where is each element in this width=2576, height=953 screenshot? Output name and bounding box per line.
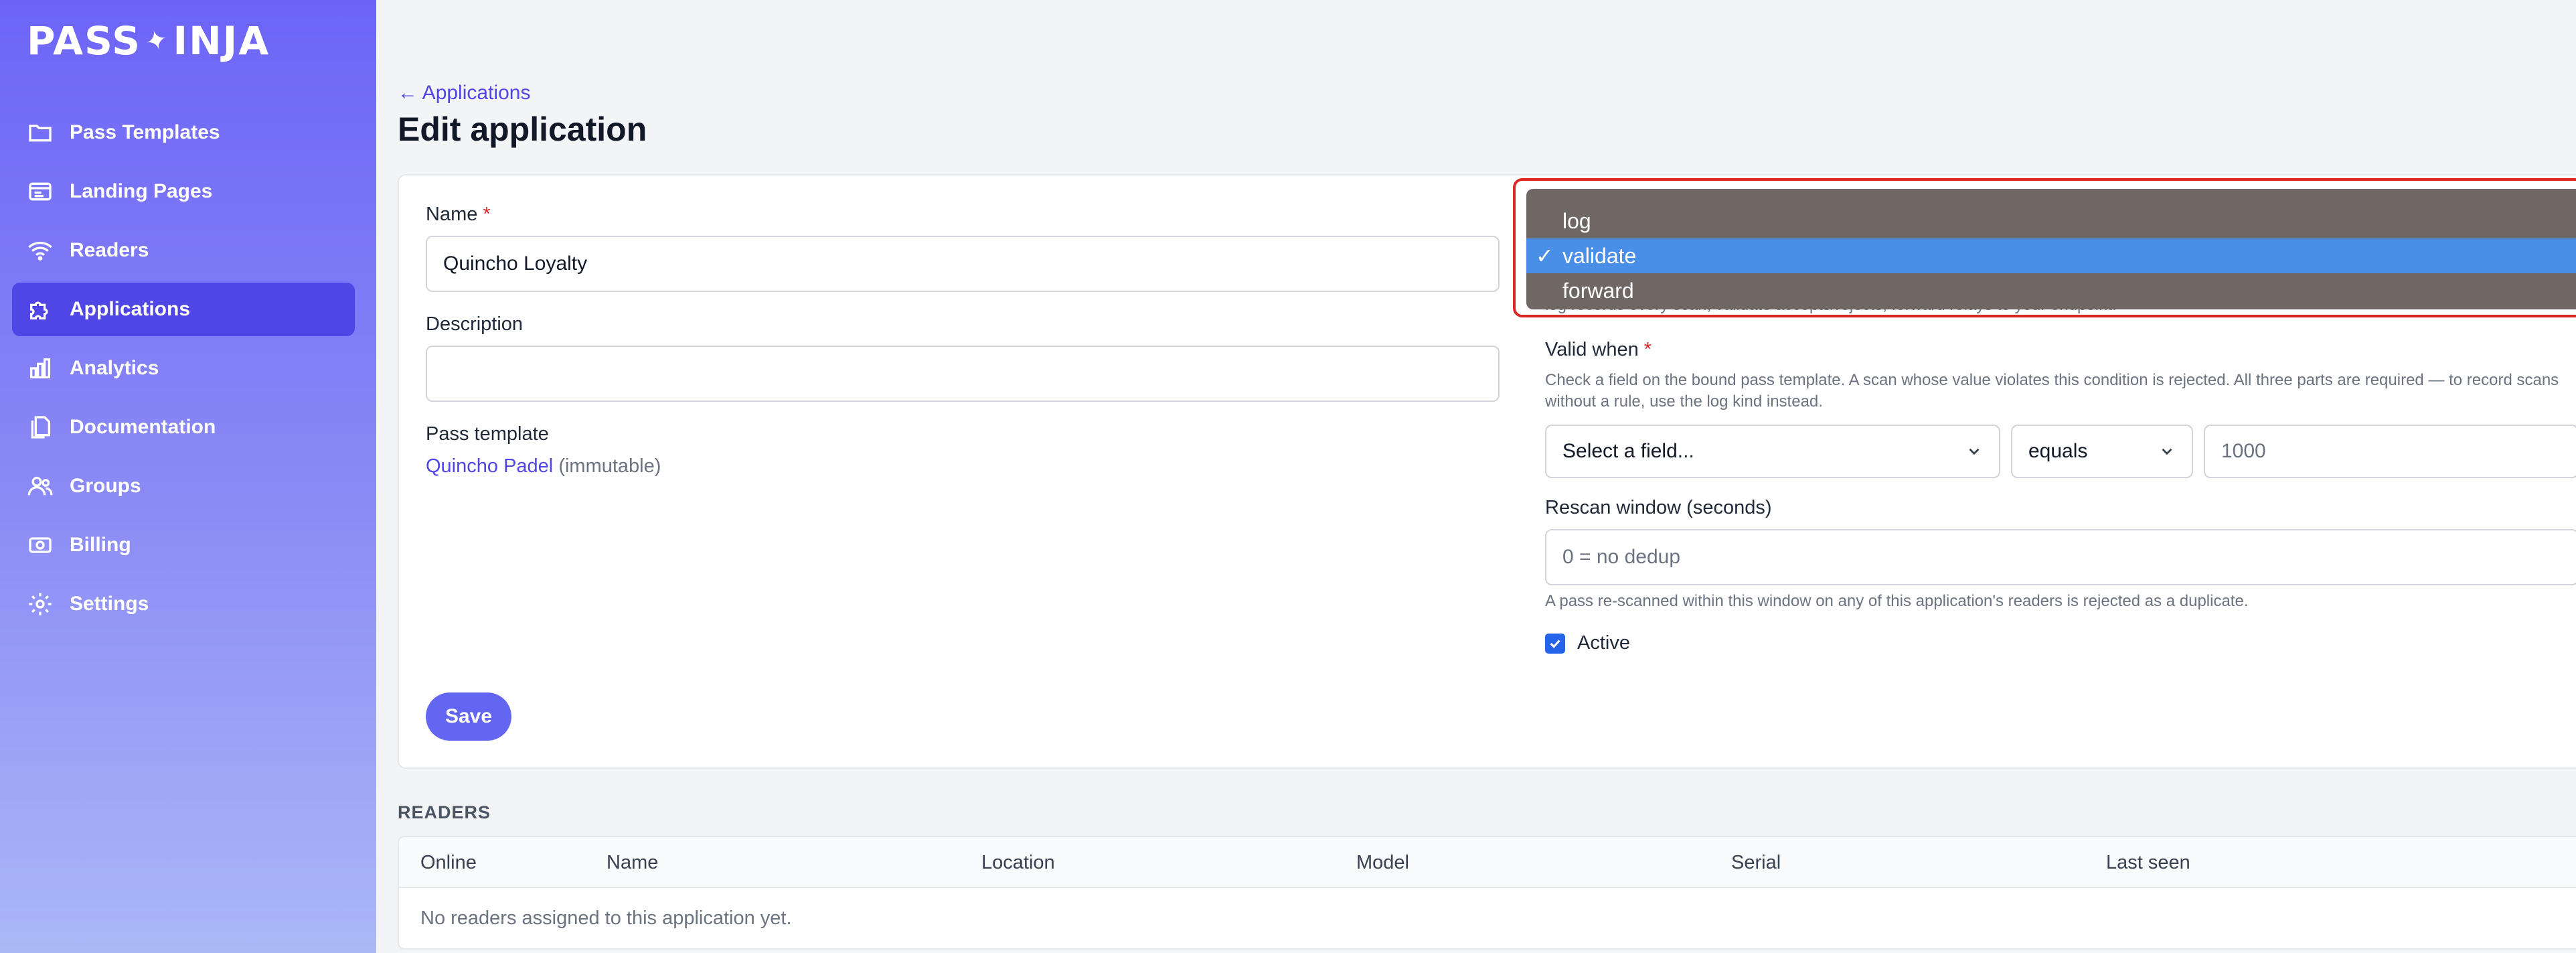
sidebar-item-label: Pass Templates: [70, 121, 220, 143]
dropdown-option-forward[interactable]: forward: [1526, 273, 2576, 308]
browser-icon: [25, 177, 55, 206]
kind-dropdown-menu: log ✓ validate forward: [1526, 189, 2576, 309]
option-label: log: [1562, 208, 1591, 233]
chevron-down-icon: [2158, 443, 2176, 460]
description-input[interactable]: [426, 346, 1500, 402]
back-to-applications-link[interactable]: ← Applications: [398, 82, 530, 104]
gear-icon: [25, 589, 55, 619]
money-icon: [25, 530, 55, 560]
active-checkbox[interactable]: [1545, 633, 1565, 654]
sidebar-item-label: Settings: [70, 593, 149, 615]
sidebar-item-groups[interactable]: Groups: [12, 459, 355, 513]
pass-template-label: Pass template: [426, 423, 549, 445]
valid-when-label: Valid when *: [1545, 339, 1652, 360]
sidebar-item-label: Applications: [70, 298, 191, 320]
bar-chart-icon: [25, 354, 55, 383]
column-header-model[interactable]: Model: [1356, 852, 1409, 874]
condition-value-input[interactable]: 1000: [2204, 425, 2576, 478]
option-label: forward: [1562, 278, 1634, 303]
sidebar-nav: Pass Templates Landing Pages Readers App…: [12, 106, 355, 636]
sidebar-item-settings[interactable]: Settings: [12, 577, 355, 631]
sidebar-item-label: Readers: [70, 239, 149, 261]
sidebar-item-label: Documentation: [70, 416, 216, 438]
ninja-star-icon: ✦: [141, 23, 173, 59]
readers-table: Online Name Location Model Serial Last s…: [398, 836, 2576, 950]
users-icon: [25, 471, 55, 501]
rescan-help-text: A pass re-scanned within this window on …: [1545, 592, 2249, 610]
column-header-location[interactable]: Location: [981, 852, 1055, 874]
column-header-online[interactable]: Online: [420, 852, 477, 874]
sidebar-item-documentation[interactable]: Documentation: [12, 400, 355, 454]
active-label: Active: [1577, 632, 1630, 654]
field-select[interactable]: Select a field...: [1545, 425, 2000, 478]
rescan-window-input[interactable]: 0 = no dedup: [1545, 529, 2576, 585]
logo-text-left: PASS: [27, 18, 142, 64]
folder-icon: [25, 118, 55, 147]
option-label: validate: [1562, 243, 1637, 268]
puzzle-icon: [25, 295, 55, 324]
sidebar-item-label: Analytics: [70, 357, 159, 379]
sidebar-item-landing-pages[interactable]: Landing Pages: [12, 165, 355, 218]
sidebar-item-readers[interactable]: Readers: [12, 224, 355, 277]
operator-select[interactable]: equals: [2011, 425, 2193, 478]
dropdown-option-log[interactable]: log: [1526, 204, 2576, 238]
page-title: Edit application: [398, 111, 647, 148]
documents-icon: [25, 413, 55, 442]
pass-template-link[interactable]: Quincho Padel: [426, 455, 553, 477]
table-header: Online Name Location Model Serial Last s…: [399, 837, 2576, 888]
column-header-last-seen[interactable]: Last seen: [2106, 852, 2190, 874]
dropdown-option-validate[interactable]: ✓ validate: [1526, 238, 2576, 273]
sidebar-item-analytics[interactable]: Analytics: [12, 342, 355, 395]
save-button[interactable]: Save: [426, 692, 511, 741]
column-header-serial[interactable]: Serial: [1731, 852, 1781, 874]
name-label: Name *: [426, 204, 491, 225]
checkmark-icon: ✓: [1536, 244, 1554, 268]
readers-section-title: READERS: [398, 802, 491, 822]
description-label: Description: [426, 313, 524, 335]
column-header-name[interactable]: Name: [607, 852, 658, 874]
sidebar-item-billing[interactable]: Billing: [12, 518, 355, 572]
passninja-logo[interactable]: PASS ✦ INJA: [27, 17, 270, 64]
name-input[interactable]: Quincho Loyalty: [426, 236, 1500, 292]
sidebar-item-label: Groups: [70, 475, 141, 497]
sidebar: PASS ✦ INJA Pass Templates Landing Pages…: [0, 0, 376, 953]
wifi-icon: [25, 236, 55, 265]
active-toggle: Active: [1545, 632, 1630, 654]
operator-select-value: equals: [2028, 440, 2088, 462]
sidebar-item-label: Billing: [70, 534, 131, 556]
rescan-window-label: Rescan window (seconds): [1545, 497, 1772, 518]
logo-text-right: INJA: [173, 18, 270, 64]
sidebar-item-label: Landing Pages: [70, 180, 213, 202]
main-content: ← Applications Edit application Name * Q…: [376, 0, 2576, 953]
sidebar-item-pass-templates[interactable]: Pass Templates: [12, 106, 355, 159]
immutable-note: (immutable): [558, 455, 661, 477]
sidebar-item-applications[interactable]: Applications: [12, 283, 355, 336]
valid-when-help: Check a field on the bound pass template…: [1545, 371, 2559, 411]
empty-table-message: No readers assigned to this application …: [420, 907, 792, 929]
chevron-down-icon: [1965, 443, 1983, 460]
field-select-value: Select a field...: [1562, 440, 1694, 462]
pass-template-value: Quincho Padel (immutable): [426, 455, 661, 478]
